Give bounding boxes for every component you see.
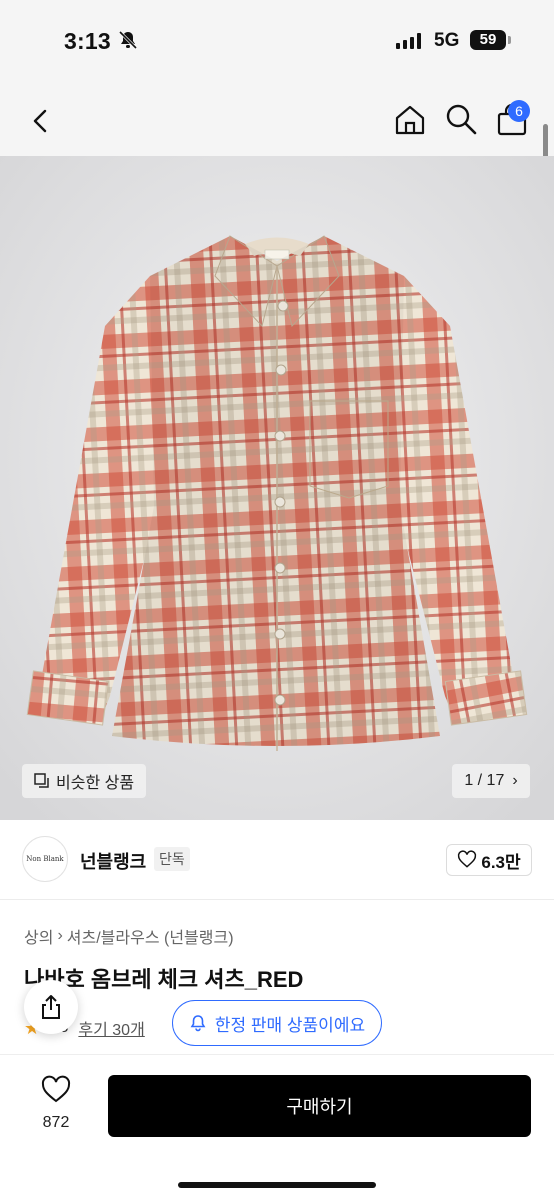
limited-edition-notice[interactable]: 한정 판매 상품이에요 (172, 1000, 382, 1046)
image-pager[interactable]: 1 / 17 › (452, 764, 530, 798)
similar-products-button[interactable]: 비슷한 상품 (22, 764, 147, 798)
purchase-bar: 872 구매하기 (0, 1054, 554, 1200)
breadcrumb-category[interactable]: 상의 (24, 924, 53, 948)
wishlist-button[interactable]: 872 (30, 1075, 82, 1135)
copy-icon (34, 773, 49, 788)
status-time: 3:13 (64, 28, 111, 54)
breadcrumb-subcategory[interactable]: 셔츠/블라우스 (넌블랭크) (67, 924, 234, 948)
product-image-gallery[interactable]: 비슷한 상품 1 / 17 › (0, 156, 554, 820)
wishlist-count: 872 (42, 1114, 70, 1131)
home-icon[interactable] (392, 102, 428, 138)
brand-logo[interactable]: Non Blank (22, 836, 68, 882)
limited-edition-label: 한정 판매 상품이에요 (214, 1015, 366, 1035)
share-icon (42, 995, 60, 1019)
bell-icon (190, 1015, 206, 1032)
cart-count-badge: 6 (508, 100, 530, 122)
review-link[interactable]: 후기 30개 (78, 1016, 144, 1040)
chevron-right-icon: › (512, 772, 518, 789)
top-nav (0, 88, 554, 156)
brand-row: Non Blank 넌블랭크 단독 6.3만 (0, 820, 554, 900)
brand-like-count: 6.3만 (481, 852, 521, 872)
status-bar: 3:13 5G 59 (0, 0, 554, 88)
heart-icon (41, 1075, 71, 1103)
similar-products-label: 비슷한 상품 (56, 775, 135, 792)
brand-like-button[interactable]: 6.3만 (446, 844, 532, 876)
exclusive-badge: 단독 (154, 847, 190, 871)
battery-icon: 59 (470, 30, 511, 50)
bell-off-icon (118, 30, 138, 50)
back-icon[interactable] (24, 104, 58, 138)
signal-icon (396, 33, 421, 49)
heart-icon (458, 850, 477, 868)
chevron-right-icon: › (57, 927, 63, 944)
home-indicator (178, 1182, 376, 1188)
breadcrumb: 상의 › 셔츠/블라우스 (넌블랭크) (24, 924, 234, 948)
network-label: 5G (434, 30, 460, 51)
share-button[interactable] (24, 980, 78, 1034)
brand-name[interactable]: 넌블랭크 (80, 848, 146, 874)
buy-button[interactable]: 구매하기 (108, 1075, 531, 1137)
pager-label: 1 / 17 (464, 772, 505, 789)
product-photo (0, 156, 554, 820)
search-icon[interactable] (444, 102, 478, 136)
